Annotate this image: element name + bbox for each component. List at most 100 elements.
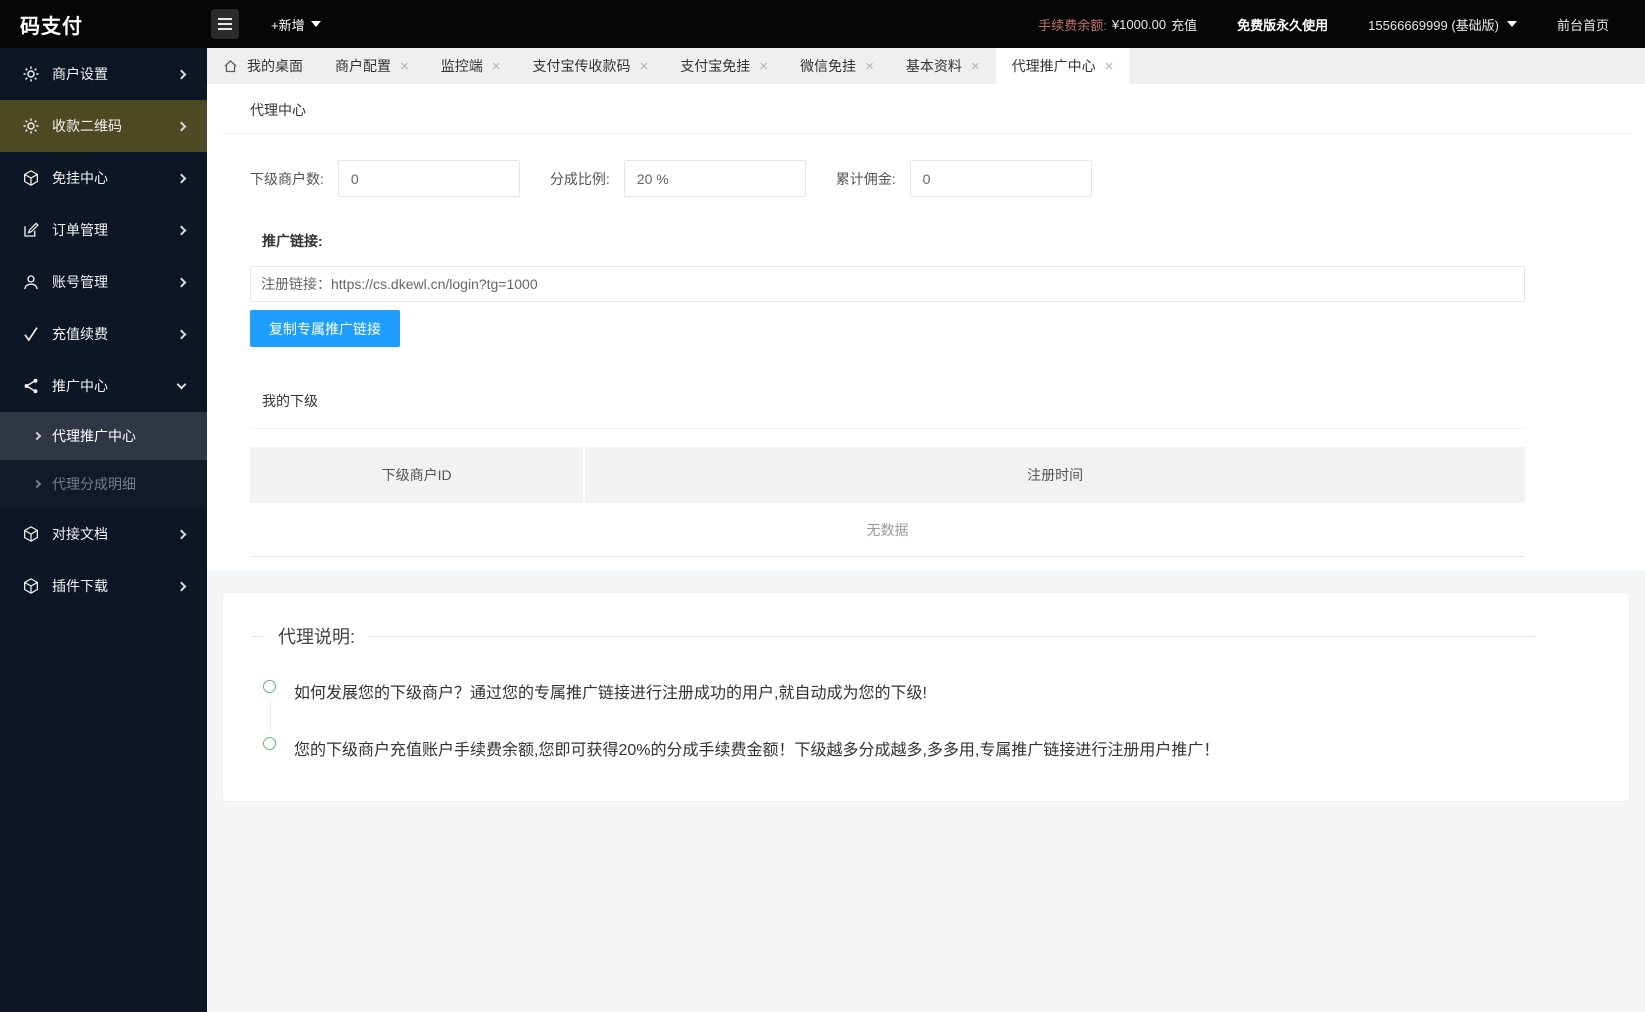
- tab-label: 商户配置: [335, 56, 391, 76]
- promotion-submenu: 代理推广中心 代理分成明细: [0, 412, 207, 508]
- field-label: 累计佣金:: [836, 169, 910, 189]
- agent-notes-card: 代理说明: 如何发展您的下级商户？通过您的专属推广链接进行注册成功的用户,就自动…: [222, 592, 1630, 802]
- sidebar-item-label: 插件下载: [52, 576, 178, 596]
- caret-down-icon: [1507, 21, 1517, 27]
- gear-icon: [22, 65, 40, 83]
- chevron-right-icon: [33, 432, 41, 440]
- cube-icon: [22, 169, 40, 187]
- front-home-link[interactable]: 前台首页: [1557, 15, 1609, 34]
- new-dropdown-button[interactable]: +新增: [271, 15, 321, 34]
- chevron-right-icon: [177, 121, 187, 131]
- tab-monitor[interactable]: 监控端 ×: [425, 48, 517, 84]
- column-header-register-time: 注册时间: [585, 447, 1525, 503]
- register-link-box[interactable]: 注册链接：https://cs.dkewl.cn/login?tg=1000: [250, 266, 1525, 302]
- close-icon[interactable]: ×: [640, 59, 649, 74]
- chevron-right-icon: [177, 173, 187, 183]
- tab-alipay-qr-upload[interactable]: 支付宝传收款码 ×: [517, 48, 665, 84]
- list-item: 如何发展您的下级商户？通过您的专属推广链接进行注册成功的用户,就自动成为您的下级…: [263, 679, 1601, 703]
- sidebar-item-merchant-settings[interactable]: 商户设置: [0, 48, 207, 100]
- gear-icon: [22, 117, 40, 135]
- tab-alipay-free-hang[interactable]: 支付宝免挂 ×: [664, 48, 784, 84]
- chevron-right-icon: [33, 480, 41, 488]
- sidebar-item-plugin-download[interactable]: 插件下载: [0, 560, 207, 612]
- tab-my-desktop[interactable]: 我的桌面: [207, 48, 319, 84]
- fee-balance-value: ¥1000.00: [1112, 17, 1166, 32]
- tab-agent-promotion-center[interactable]: 代理推广中心 ×: [996, 48, 1130, 84]
- promo-link-label: 推广链接:: [262, 231, 1525, 251]
- agent-center-card: 代理中心 下级商户数: 分成比例: 累计佣金:: [207, 84, 1645, 571]
- page-title: 代理中心: [221, 84, 1631, 134]
- hamburger-menu-icon[interactable]: [211, 9, 239, 39]
- notes-list: 如何发展您的下级商户？通过您的专属推广链接进行注册成功的用户,就自动成为您的下级…: [251, 679, 1601, 760]
- sidebar-item-account-management[interactable]: 账号管理: [0, 256, 207, 308]
- table-empty-row: 无数据: [250, 503, 1525, 557]
- green-circle-icon: [263, 680, 276, 693]
- list-item: 您的下级商户充值账户手续费余额,您即可获得20%的分成手续费金额！下级越多分成越…: [263, 736, 1601, 760]
- sidebar-item-label: 免挂中心: [52, 168, 178, 188]
- account-dropdown[interactable]: 15566669999 (基础版): [1368, 15, 1517, 34]
- sidebar-item-free-hang-center[interactable]: 免挂中心: [0, 152, 207, 204]
- check-icon: [22, 325, 40, 343]
- agent-stats-row: 下级商户数: 分成比例: 累计佣金:: [250, 160, 1525, 197]
- sidebar-item-api-docs[interactable]: 对接文档: [0, 508, 207, 560]
- topbar-right: 手续费余额: ¥1000.00 充值 免费版永久使用 15566669999 (…: [1038, 15, 1645, 34]
- commission-ratio-input[interactable]: [624, 160, 806, 197]
- total-commission-input[interactable]: [910, 160, 1092, 197]
- tab-merchant-config[interactable]: 商户配置 ×: [319, 48, 425, 84]
- fee-balance-label: 手续费余额:: [1038, 15, 1107, 34]
- close-icon[interactable]: ×: [759, 59, 768, 74]
- divider: [251, 636, 265, 637]
- close-icon[interactable]: ×: [492, 59, 501, 74]
- sidebar-item-label: 推广中心: [52, 376, 178, 396]
- sidebar: 商户设置 收款二维码 免挂中心: [0, 48, 207, 1012]
- notes-title: 代理说明:: [265, 623, 368, 649]
- sidebar-subitem-label: 代理推广中心: [52, 426, 136, 446]
- license-badge: 免费版永久使用: [1237, 15, 1328, 34]
- sidebar-item-recharge-renewal[interactable]: 充值续费: [0, 308, 207, 360]
- tab-label: 微信免挂: [800, 56, 856, 76]
- table-header-row: 下级商户ID 注册时间: [250, 447, 1525, 503]
- recharge-link[interactable]: 充值: [1171, 15, 1197, 34]
- note-text: 如何发展您的下级商户？通过您的专属推广链接进行注册成功的用户,就自动成为您的下级…: [294, 685, 927, 702]
- close-icon[interactable]: ×: [865, 59, 874, 74]
- subordinate-count-input[interactable]: [338, 160, 520, 197]
- sidebar-item-order-management[interactable]: 订单管理: [0, 204, 207, 256]
- tab-wechat-free-hang[interactable]: 微信免挂 ×: [784, 48, 890, 84]
- green-circle-icon: [263, 737, 276, 750]
- sidebar-subitem-agent-promotion-center[interactable]: 代理推广中心: [0, 412, 207, 460]
- cube-icon: [22, 525, 40, 543]
- home-icon: [223, 59, 238, 74]
- sidebar-item-label: 收款二维码: [52, 116, 178, 136]
- field-label: 分成比例:: [550, 169, 624, 189]
- main-area: 我的桌面 商户配置 × 监控端 × 支付宝传收款码 × 支付宝免挂 × 微信免挂…: [207, 48, 1645, 1012]
- tab-basic-info[interactable]: 基本资料 ×: [890, 48, 996, 84]
- close-icon[interactable]: ×: [400, 59, 409, 74]
- field-commission-ratio: 分成比例:: [550, 160, 806, 197]
- note-text: 您的下级商户充值账户手续费余额,您即可获得20%的分成手续费金额！下级越多分成越…: [294, 742, 1219, 759]
- chevron-right-icon: [177, 529, 187, 539]
- close-icon[interactable]: ×: [1105, 59, 1114, 74]
- chevron-right-icon: [177, 277, 187, 287]
- chevron-right-icon: [177, 225, 187, 235]
- chevron-right-icon: [177, 69, 187, 79]
- tab-label: 监控端: [441, 56, 483, 76]
- chevron-right-icon: [177, 329, 187, 339]
- sidebar-subitem-label: 代理分成明细: [52, 474, 136, 494]
- app-logo: 码支付: [0, 10, 207, 39]
- sidebar-item-promotion-center[interactable]: 推广中心: [0, 360, 207, 412]
- sidebar-item-label: 商户设置: [52, 64, 178, 84]
- sidebar-item-label: 账号管理: [52, 272, 178, 292]
- field-total-commission: 累计佣金:: [836, 160, 1092, 197]
- sidebar-subitem-agent-commission-detail[interactable]: 代理分成明细: [0, 460, 207, 508]
- tab-label: 支付宝传收款码: [533, 56, 631, 76]
- caret-down-icon: [311, 21, 321, 27]
- account-label: 15566669999 (基础版): [1368, 15, 1499, 34]
- content-area: 代理中心 下级商户数: 分成比例: 累计佣金:: [207, 84, 1645, 1012]
- notes-title-separator: 代理说明:: [251, 623, 1601, 649]
- tab-bar: 我的桌面 商户配置 × 监控端 × 支付宝传收款码 × 支付宝免挂 × 微信免挂…: [207, 48, 1645, 84]
- close-icon[interactable]: ×: [971, 59, 980, 74]
- column-header-subordinate-id: 下级商户ID: [250, 447, 585, 503]
- copy-promo-link-button[interactable]: 复制专属推广链接: [250, 310, 400, 347]
- subordinates-table: 下级商户ID 注册时间 无数据: [250, 447, 1525, 557]
- sidebar-item-qrcode[interactable]: 收款二维码: [0, 100, 207, 152]
